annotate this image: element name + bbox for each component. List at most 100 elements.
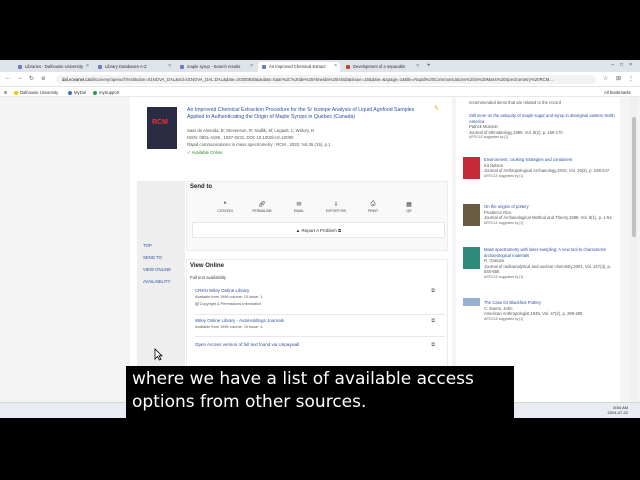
sidenav-availability[interactable]: AVAILABILITY: [143, 279, 171, 284]
suggestion-type: ARTICLE: [484, 274, 498, 279]
scrollbar-thumb[interactable]: [632, 117, 636, 237]
suggestion-origin: suggested by [1]: [498, 316, 523, 321]
suggestion-title[interactable]: Mass spectrometry with laser sampling: A…: [484, 247, 619, 258]
coverage-text: Available from 1996 volume: 10 issue: 1.: [195, 295, 264, 299]
copyright-label: Copyright & Permissions Information: [199, 302, 262, 306]
back-icon[interactable]: ←: [5, 75, 11, 81]
citation-label: CITATION: [217, 209, 233, 213]
external-link-icon[interactable]: ⧉: [431, 288, 435, 294]
pin-icon[interactable]: ✎: [434, 105, 439, 112]
permalink-label: PERMALINK: [252, 209, 272, 213]
email-button[interactable]: ✉ EMAIL: [282, 201, 316, 213]
sidenav-top[interactable]: TOP: [143, 243, 152, 248]
clock-date: 2024-07-22: [607, 410, 628, 415]
citation-button[interactable]: ❝ CITATION: [208, 201, 242, 213]
close-icon[interactable]: ×: [416, 63, 419, 69]
print-button[interactable]: ⎙ PRINT: [356, 201, 390, 213]
provider-link[interactable]: Open Access version of full text found v…: [195, 342, 445, 347]
apps-icon[interactable]: ⊞: [4, 90, 8, 95]
sidenav-view-online[interactable]: VIEW ONLINE: [143, 267, 171, 272]
tab-active-record[interactable]: An Improved Chemical Extract ×: [258, 62, 340, 72]
availability-label: Available Online: [191, 150, 223, 155]
suggestions-intro: recommended items that are related to th…: [469, 100, 561, 105]
tab-libraries[interactable]: Libraries - Dalhousie University ×: [14, 62, 92, 72]
site-info-icon[interactable]: ⚙: [41, 76, 45, 82]
qr-button[interactable]: ▦ QR: [392, 201, 426, 213]
copyright-link[interactable]: ▤ Copyright & Permissions Information: [195, 301, 445, 306]
url-host: dal.novanet.ca: [62, 77, 90, 82]
export-ris-button[interactable]: ⇩ EXPORT RIS: [319, 201, 353, 213]
list-item[interactable]: Mass spectrometry with laser sampling: A…: [484, 247, 619, 280]
tab-development[interactable]: Development of a separable ×: [342, 62, 422, 72]
close-icon[interactable]: ×: [168, 63, 171, 69]
article-thumbnail[interactable]: [463, 204, 480, 226]
bookmark-dalhousie[interactable]: Dalhousie University: [14, 90, 58, 95]
extensions-icon[interactable]: ⊞: [616, 75, 621, 82]
system-clock[interactable]: 8:54 AM 2024-07-22: [608, 405, 628, 415]
new-tab-button[interactable]: +: [424, 62, 436, 72]
menu-icon[interactable]: ⋮: [628, 75, 634, 82]
provider-link[interactable]: CRKN Wiley Online Library: [195, 288, 445, 293]
favicon-icon: [18, 65, 22, 69]
article-thumbnail[interactable]: [463, 157, 480, 179]
bookmark-mydal[interactable]: MyDal: [68, 90, 86, 95]
list-item[interactable]: Wiley Online Library - AutoHoldings Jour…: [195, 318, 445, 337]
bookmark-mysupport[interactable]: mySupport: [93, 90, 119, 95]
tab-label: Development of a separable: [353, 64, 406, 69]
list-item[interactable]: CRKN Wiley Online Library Available from…: [195, 288, 445, 315]
browser-window: Libraries - Dalhousie University × Librar…: [0, 60, 640, 418]
record-title[interactable]: An Improved Chemical Extraction Procedur…: [187, 107, 427, 121]
list-item[interactable]: The Case for Blackfoot Pottery C. Ewers,…: [484, 300, 619, 322]
record-authors: Saar de Almeida, B; Stevenson, R; Sadlik…: [187, 128, 315, 133]
journal-cover-image[interactable]: RCM: [147, 107, 177, 149]
close-icon[interactable]: ×: [86, 63, 89, 69]
forward-icon[interactable]: →: [17, 75, 23, 81]
bookmark-icon: [14, 90, 18, 95]
list-item[interactable]: Environment, cooking strategies and cont…: [484, 157, 619, 179]
sidenav-send-to[interactable]: SEND TO: [143, 255, 162, 260]
reload-icon[interactable]: ↻: [29, 75, 34, 82]
close-icon[interactable]: ×: [334, 63, 337, 69]
record-issn: ISSN: 0951-4198 , 1097-0231; DOI: 10.100…: [187, 135, 294, 140]
article-thumbnail[interactable]: [463, 247, 480, 269]
url-input[interactable]: dal.novanet.ca/discovery/openurl?institu…: [56, 75, 596, 84]
suggestion-type: ARTICLE: [484, 173, 498, 178]
print-icon: ⎙: [370, 201, 376, 207]
article-thumbnail[interactable]: [463, 298, 480, 306]
qr-label: QR: [406, 209, 412, 213]
export-ris-label: EXPORT RIS: [325, 209, 347, 213]
bookmark-label: mySupport: [99, 90, 120, 95]
quote-icon: ❝: [223, 202, 227, 208]
star-icon[interactable]: ☆: [603, 75, 608, 82]
list-item[interactable]: Open Access version of full text found v…: [195, 342, 445, 354]
url-path: /discovery/openurl?institution=01NOVA_DA…: [89, 77, 553, 82]
favicon-icon: [262, 65, 266, 69]
email-label: EMAIL: [293, 209, 305, 213]
tab-search-results[interactable]: maple syrup - Search results ×: [176, 62, 256, 72]
full-text-availability-heading: Full text availability: [190, 275, 227, 280]
bookmark-label: Dalhousie University: [20, 90, 59, 95]
suggestion-title[interactable]: Still more on the antiquity of maple sug…: [469, 113, 619, 124]
favicon-icon: [346, 65, 350, 69]
cover-text: RCM: [152, 119, 168, 126]
report-problem-button[interactable]: ▲ Report A Problem ⧉: [192, 222, 445, 238]
list-item[interactable]: Still more on the antiquity of maple sug…: [469, 113, 619, 141]
bookmark-label: MyDal: [74, 90, 86, 95]
window-controls[interactable]: –□×: [611, 62, 638, 68]
external-link-icon[interactable]: ⧉: [431, 318, 435, 324]
external-link-icon: ⧉: [338, 228, 342, 233]
external-link-icon[interactable]: ⧉: [431, 342, 435, 348]
permalink-button[interactable]: 🔗︎ PERMALINK: [245, 201, 279, 213]
suggestion-source: Journal of radioanalytical and nuclear c…: [484, 263, 612, 275]
all-bookmarks[interactable]: All Bookmarks: [604, 90, 631, 95]
video-caption: where we have a list of available access…: [126, 366, 514, 418]
provider-link[interactable]: Wiley Online Library - AutoHoldings Jour…: [195, 318, 445, 323]
close-icon[interactable]: ×: [250, 63, 253, 69]
list-item[interactable]: On the origins of pottery Prudence Rice …: [484, 204, 619, 226]
availability-status[interactable]: ✓ Available Online: [187, 150, 223, 156]
warning-icon: ▲: [295, 228, 301, 233]
scrollbar[interactable]: [630, 97, 638, 402]
record-source: Rapid communications in mass spectrometr…: [187, 142, 331, 147]
suggestion-origin: suggested by [1]: [498, 274, 523, 279]
tab-databases[interactable]: Library Databases A-Z ×: [94, 62, 174, 72]
